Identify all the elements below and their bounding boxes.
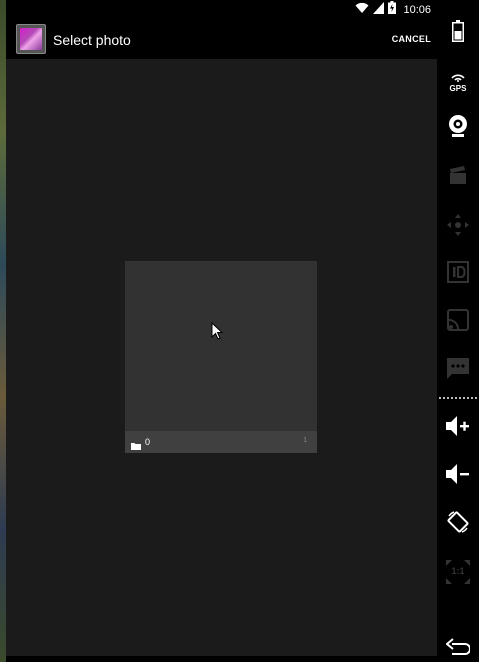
status-time: 10:06 <box>403 4 431 16</box>
cancel-button[interactable]: CANCEL <box>392 34 431 44</box>
signal-icon <box>373 1 385 19</box>
gallery-app-icon <box>16 24 46 54</box>
pixel-ratio-button[interactable]: 1:1 <box>437 552 479 592</box>
dpad-button[interactable] <box>437 207 479 247</box>
device-id-button[interactable] <box>437 254 479 294</box>
battery-icon <box>452 19 464 47</box>
volume-down-button[interactable] <box>437 456 479 496</box>
album-tile[interactable]: 0 1 <box>125 261 317 453</box>
cast-button[interactable] <box>437 302 479 342</box>
wifi-icon <box>355 1 369 19</box>
emulator-toolbar: GPS 1:1 <box>437 0 479 662</box>
clapperboard-icon <box>448 165 468 190</box>
gps-button[interactable]: GPS <box>437 60 479 100</box>
ratio-label: 1:1 <box>451 566 465 576</box>
back-button[interactable] <box>437 636 479 662</box>
gps-label: GPS <box>449 84 467 93</box>
status-icons: 10:06 <box>355 1 431 19</box>
id-card-icon <box>447 260 469 288</box>
page-title: Select photo <box>53 32 131 48</box>
webcam-icon <box>448 114 468 143</box>
media-button[interactable] <box>437 157 479 197</box>
sms-button[interactable] <box>437 350 479 390</box>
camera-button[interactable] <box>437 108 479 148</box>
album-footer: 0 1 <box>125 431 317 453</box>
emulator-screen: 10:06 Select photo CANCEL 0 1 <box>6 0 437 662</box>
navigation-strip <box>6 656 437 662</box>
status-bar: 10:06 <box>6 0 437 20</box>
mouse-pointer-icon <box>211 321 224 345</box>
rotate-button[interactable] <box>437 504 479 544</box>
album-name: 0 <box>145 437 151 447</box>
action-bar: Select photo CANCEL <box>6 20 437 59</box>
resize-icon: 1:1 <box>445 559 471 585</box>
battery-button[interactable] <box>437 13 479 53</box>
toolbar-divider <box>439 397 477 399</box>
cast-icon <box>447 308 469 336</box>
message-icon <box>446 356 470 385</box>
dpad-icon <box>446 213 470 242</box>
album-grid: 0 1 <box>6 59 437 656</box>
folder-icon <box>131 437 141 455</box>
album-count: 1 <box>303 437 307 444</box>
battery-charging-icon <box>388 1 397 19</box>
volume-up-button[interactable] <box>437 408 479 448</box>
volume-down-icon <box>445 463 471 490</box>
rotate-icon <box>446 510 470 539</box>
volume-up-icon <box>445 415 471 442</box>
back-arrow-icon <box>445 637 471 661</box>
